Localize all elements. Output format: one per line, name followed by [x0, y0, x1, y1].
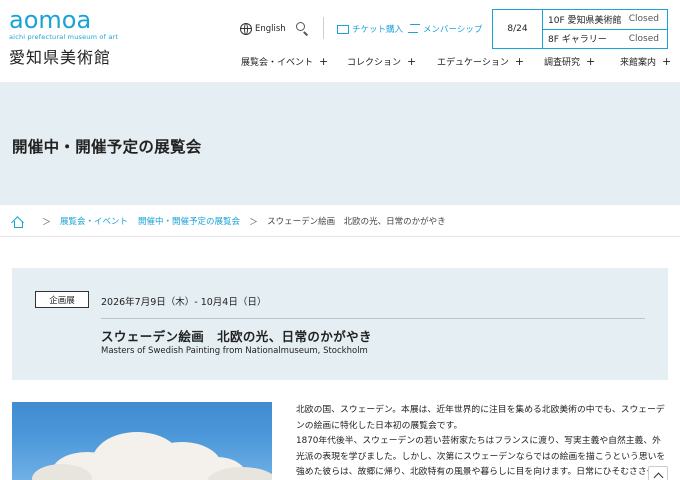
nav-item-exhibitions[interactable]: 展覧会・イベント + — [241, 55, 328, 68]
exhibition-header: 企画展 2026年7月9日（木）- 10月4日（日） スウェーデン絵画 北欧の光… — [12, 268, 668, 380]
ticket-link[interactable]: チケット購入 — [337, 20, 403, 38]
breadcrumb: ＞ 展覧会・イベント 開催中・開催予定の展覧会 ＞ スウェーデン絵画 北欧の光、… — [12, 214, 446, 228]
exhibition-date: 2026年7月9日（木）- 10月4日（日） — [101, 297, 267, 308]
plus-icon: + — [662, 55, 672, 68]
nav-item-label: エデュケーション — [437, 58, 509, 68]
status-state: Closed — [628, 14, 659, 25]
status-place: 10F 愛知県美術館 — [548, 15, 622, 26]
nav-item-label: 調査研究 — [544, 58, 581, 68]
exhibition-title: スウェーデン絵画 北欧の光、日常のかがやき — [101, 329, 372, 344]
nav-item-visit[interactable]: 来館案内 + — [620, 55, 671, 68]
page-title: 開催中・開催予定の展覧会 — [12, 138, 202, 156]
exhibition-type-badge: 企画展 — [35, 291, 89, 308]
language-label: English — [255, 24, 286, 34]
page-title-band: 開催中・開催予定の展覧会 — [0, 82, 680, 205]
breadcrumb-link-current-exhibitions[interactable]: 開催中・開催予定の展覧会 — [138, 215, 240, 227]
plus-icon: + — [319, 55, 329, 68]
search-button[interactable] — [296, 22, 310, 36]
exhibition-key-visual — [12, 402, 272, 480]
description-paragraph: 1870年代後半、スウェーデンの若い芸術家たちはフランスに渡り、写実主義や自然主… — [296, 436, 666, 477]
plus-icon: + — [514, 55, 525, 68]
membership-icon — [408, 24, 420, 34]
exhibition-title-en: Masters of Swedish Painting from Nationa… — [101, 346, 368, 356]
nav-item-label: コレクション — [347, 58, 402, 68]
plus-icon: + — [407, 55, 417, 68]
logo-mark: aomoa — [9, 6, 92, 34]
breadcrumb-current: スウェーデン絵画 北欧の光、日常のかがやき — [267, 217, 446, 227]
description-paragraph: 北欧の国、スウェーデン。本展は、近年世界的に注目を集める北欧美術の中でも、スウェ… — [296, 405, 665, 431]
membership-link[interactable]: メンバーシップ — [408, 20, 482, 38]
home-icon[interactable] — [12, 216, 23, 228]
status-row: 8F ギャラリー Closed — [543, 28, 667, 49]
back-to-top-button[interactable] — [648, 466, 668, 480]
breadcrumb-separator: ＞ — [249, 217, 259, 228]
nav-item-label: 来館案内 — [620, 58, 657, 68]
nav-item-label: 展覧会・イベント — [241, 58, 314, 68]
exhibition-description: 北欧の国、スウェーデン。本展は、近年世界的に注目を集める北欧美術の中でも、スウェ… — [296, 403, 668, 480]
globe-icon — [240, 23, 252, 35]
status-state: Closed — [628, 33, 659, 44]
plus-icon: + — [586, 55, 596, 68]
logo-subtitle: aichi prefectural museum of art — [9, 33, 119, 41]
breadcrumb-link-exhibitions[interactable]: 展覧会・イベント — [60, 215, 128, 227]
language-switch[interactable]: English — [240, 20, 286, 38]
nav-item-collection[interactable]: コレクション + — [347, 55, 416, 68]
exhibition-divider — [101, 318, 645, 319]
status-place: 8F ギャラリー — [548, 35, 607, 46]
ticket-label: チケット購入 — [352, 25, 404, 35]
membership-label: メンバーシップ — [423, 25, 483, 35]
global-nav: 展覧会・イベント + コレクション + エデュケーション + 調査研究 + 来館… — [0, 55, 680, 73]
divider — [0, 236, 680, 237]
site-header: aomoa aichi prefectural museum of art 愛知… — [0, 0, 680, 82]
breadcrumb-separator: ＞ — [42, 217, 52, 228]
header-divider — [323, 17, 324, 39]
nav-item-research[interactable]: 調査研究 + — [544, 55, 595, 68]
status-date: 8/24 — [493, 10, 543, 48]
nav-item-education[interactable]: エデュケーション + — [437, 55, 524, 68]
ticket-icon — [337, 24, 349, 34]
opening-status: 8/24 10F 愛知県美術館 Closed 8F ギャラリー Closed — [492, 9, 668, 49]
status-row: 10F 愛知県美術館 Closed — [543, 10, 667, 29]
